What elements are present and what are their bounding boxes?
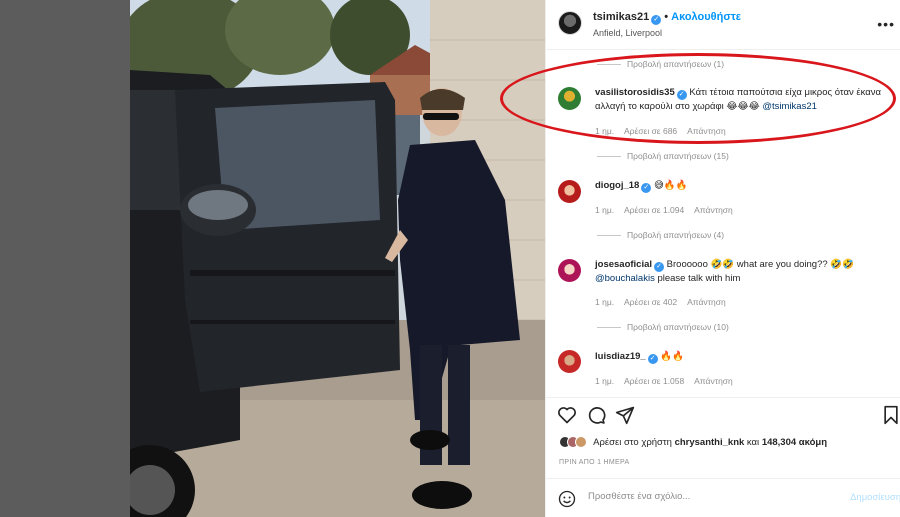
comment-meta: 1 ημ. Αρέσει σε 402 Απάντηση [595,297,734,307]
comment-avatar[interactable] [558,87,581,110]
post-location[interactable]: Anfield, Liverpool [593,28,662,38]
likes-count[interactable]: 148,304 ακόμη [762,437,827,448]
author-avatar[interactable] [558,11,582,35]
view-replies-button[interactable]: Προβολή απαντήσεων (1) [627,59,724,69]
comment-username[interactable]: josesaoficial [595,259,652,270]
comment-body: 🔥🔥 [660,351,685,362]
add-comment-bar: Δημοσίευση [546,478,900,517]
likes-prefix: Αρέσει στο χρήστη [593,437,672,448]
heart-icon[interactable] [557,405,577,425]
verified-badge-icon: ✓ [641,183,652,193]
mention-link[interactable]: @bouchalakis [595,273,655,284]
comment-text: diogoj_18 ✓ 😅🔥🔥 [595,179,890,193]
comment-time[interactable]: 1 ημ. [595,297,614,307]
follow-button[interactable]: Ακολουθήστε [671,11,741,23]
view-replies-button[interactable]: Προβολή απαντήσεων (15) [627,151,729,161]
divider [597,235,621,236]
mention-link[interactable]: @tsimikas21 [762,101,817,112]
comment-avatar[interactable] [558,180,581,203]
reply-button[interactable]: Απάντηση [694,205,733,215]
post-photo[interactable] [130,0,545,517]
comment-body-continued: please talk with him [657,273,741,284]
verified-badge-icon: ✓ [676,90,687,100]
share-icon[interactable] [615,405,635,425]
liker-avatar [575,436,587,448]
post-comment-button[interactable]: Δημοσίευση [850,492,900,503]
reply-button[interactable]: Απάντηση [687,126,726,136]
comment-meta: 1 ημ. Αρέσει σε 1.058 Απάντηση [595,376,741,386]
liker-username[interactable]: chrysanthi_knk [675,437,745,448]
likes-summary: Αρέσει στο χρήστη chrysanthi_knk και 148… [559,436,827,448]
comment-likes[interactable]: Αρέσει σε 1.094 [624,205,684,215]
comment-text: luisdiaz19_ ✓ 🔥🔥 [595,350,890,364]
comment-likes[interactable]: Αρέσει σε 686 [624,126,677,136]
separator: • [664,11,669,23]
comment-text: vasilistorosidis35 ✓ Κάτι τέτοια παπούτσι… [595,86,890,113]
emoji-icon[interactable] [558,490,576,508]
more-options-icon[interactable]: ••• [877,16,895,32]
comment-time[interactable]: 1 ημ. [595,126,614,136]
view-replies-button[interactable]: Προβολή απαντήσεων (10) [627,322,729,332]
comment-likes[interactable]: Αρέσει σε 1.058 [624,376,684,386]
comment-username[interactable]: diogoj_18 [595,180,639,191]
comment-body: Broooooo 🤣🤣 what are you doing?? 🤣🤣 [666,259,854,270]
comment-icon[interactable] [586,405,606,425]
post-image [130,0,545,517]
bookmark-icon[interactable] [881,405,900,425]
comment-body: 😅🔥🔥 [653,180,688,191]
post-date[interactable]: ΠΡΙΝ ΑΠΟ 1 ΗΜΕΡΑ [559,459,629,466]
comment-time[interactable]: 1 ημ. [595,376,614,386]
verified-badge-icon: ✓ [651,15,662,25]
comment-meta: 1 ημ. Αρέσει σε 1.094 Απάντηση [595,205,741,215]
divider [597,64,621,65]
post-actions [546,397,900,431]
reply-button[interactable]: Απάντηση [687,297,726,307]
comment-username[interactable]: luisdiaz19_ [595,351,646,362]
comment-input[interactable] [588,491,828,502]
comment-likes[interactable]: Αρέσει σε 402 [624,297,677,307]
view-replies-button[interactable]: Προβολή απαντήσεων (4) [627,230,724,240]
verified-badge-icon: ✓ [647,354,658,364]
comment-avatar[interactable] [558,350,581,373]
post-header: tsimikas21 ✓ • Ακολουθήστε Anfield, Liverpo… [546,0,900,50]
author-line: tsimikas21 ✓ • Ακολουθήστε [593,11,741,25]
modal-backdrop[interactable] [0,0,130,517]
reply-button[interactable]: Απάντηση [694,376,733,386]
divider [597,327,621,328]
comment-time[interactable]: 1 ημ. [595,205,614,215]
divider [597,156,621,157]
likes-middle: και [746,437,760,448]
comment-avatar[interactable] [558,259,581,282]
comment-username[interactable]: vasilistorosidis35 [595,87,675,98]
verified-badge-icon: ✓ [654,262,665,272]
comment-text: josesaoficial ✓ Broooooo 🤣🤣 what are you … [595,258,890,285]
author-username[interactable]: tsimikas21 [593,11,649,23]
post-side-panel: tsimikas21 ✓ • Ακολουθήστε Anfield, Liverpo… [545,0,900,517]
comments-list[interactable]: Προβολή απαντήσεων (1) vasilistorosidis3… [546,51,900,396]
comment-meta: 1 ημ. Αρέσει σε 686 Απάντηση [595,126,734,136]
